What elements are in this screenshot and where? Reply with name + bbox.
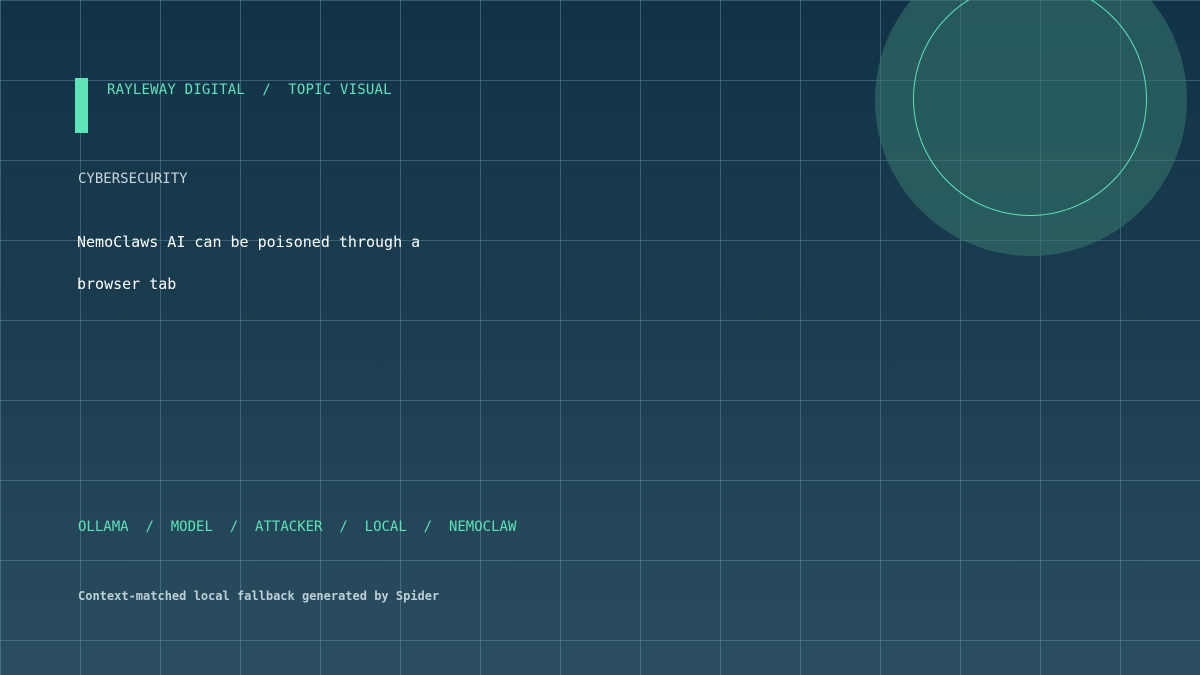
tag-item: LOCAL xyxy=(364,519,407,535)
tag-item: MODEL xyxy=(170,519,213,535)
tag-item: ATTACKER xyxy=(255,519,323,535)
tag-separator: / xyxy=(423,519,433,535)
brand-separator: / xyxy=(262,82,271,98)
headline-line-1: NemoClaws AI can be poisoned through a xyxy=(77,233,421,251)
tag-separator: / xyxy=(145,519,154,535)
brand-header: RAYLEWAY DIGITAL / TOPIC VISUAL xyxy=(107,82,392,98)
brand-section: TOPIC VISUAL xyxy=(288,82,392,98)
headline-line-2: browser tab xyxy=(77,275,177,293)
tag-separator: / xyxy=(339,519,348,535)
tag-list: OLLAMA / MODEL / ATTACKER / LOCAL / NEMO… xyxy=(78,519,516,535)
brand-name: RAYLEWAY DIGITAL xyxy=(107,82,246,98)
tag-separator: / xyxy=(229,519,239,535)
accent-bar xyxy=(75,78,88,133)
tag-item: NEMOCLAW xyxy=(448,519,517,535)
headline: NemoClaws AI can be poisoned through a b… xyxy=(77,221,497,305)
tag-item: OLLAMA xyxy=(78,519,129,535)
topic-label: CYBERSECURITY xyxy=(78,171,188,187)
footer-note: Context-matched local fallback generated… xyxy=(78,589,440,603)
topic-visual-canvas: RAYLEWAY DIGITAL / TOPIC VISUAL CYBERSEC… xyxy=(0,0,1200,675)
